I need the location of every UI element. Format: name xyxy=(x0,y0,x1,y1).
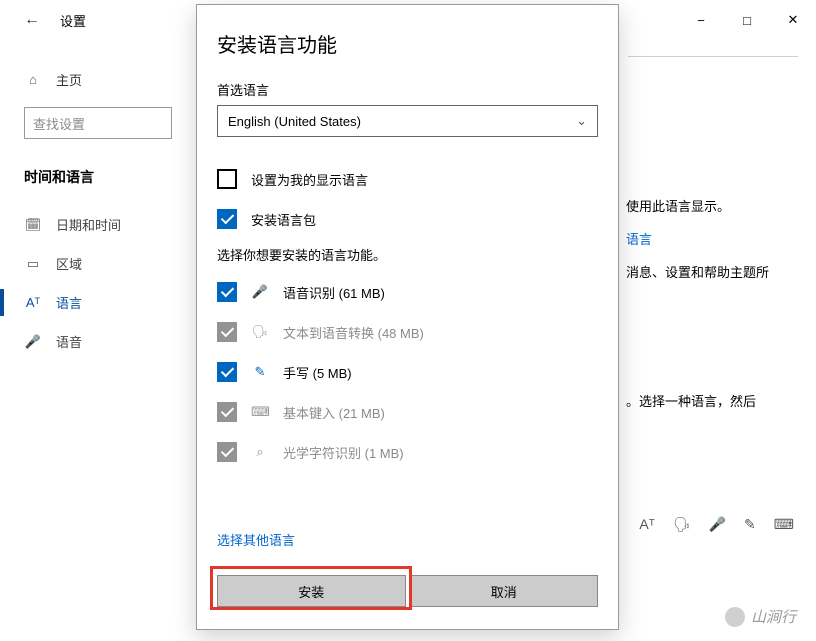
checkbox[interactable] xyxy=(217,169,237,189)
watermark: 山涧行 xyxy=(725,606,796,627)
feature-text-to-speech: 🗣 文本到语音转换 (48 MB) xyxy=(217,312,598,352)
cancel-button-label: 取消 xyxy=(491,582,517,601)
tts-icon: 🗣 xyxy=(673,516,691,533)
minimize-button[interactable]: − xyxy=(678,5,724,35)
language-icon: Aᵀ xyxy=(24,295,42,310)
keyboard-icon: ⌨ xyxy=(251,404,269,420)
dropdown-value: English (United States) xyxy=(228,114,361,129)
feature-speech-recognition[interactable]: 🎤 语音识别 (61 MB) xyxy=(217,272,598,312)
language-icon-strip: Aᵀ 🗣 🎤 ✎ ⌨ xyxy=(639,516,794,533)
checkbox xyxy=(217,402,237,422)
window-title: 设置 xyxy=(60,11,86,30)
home-icon: ⌂ xyxy=(24,72,42,87)
speech-icon: 🎤 xyxy=(709,516,726,533)
feature-label: 语音识别 (61 MB) xyxy=(283,283,385,302)
handwriting-icon: ✎ xyxy=(251,364,269,380)
opt-install-language-pack[interactable]: 安装语言包 xyxy=(217,199,598,239)
opt-label: 安装语言包 xyxy=(251,210,316,229)
under-text: 。选择一种语言，然后 xyxy=(626,391,816,410)
checkbox xyxy=(217,442,237,462)
feature-label: 手写 (5 MB) xyxy=(283,363,352,382)
nav-label: 语言 xyxy=(56,293,82,312)
cancel-button[interactable]: 取消 xyxy=(410,575,599,607)
checkbox[interactable] xyxy=(217,209,237,229)
feature-label: 光学字符识别 (1 MB) xyxy=(283,443,404,462)
feature-basic-typing: ⌨ 基本键入 (21 MB) xyxy=(217,392,598,432)
nav-region[interactable]: ▭ 区域 xyxy=(0,244,190,283)
checkbox[interactable] xyxy=(217,282,237,302)
sidebar-home-label: 主页 xyxy=(56,70,82,89)
back-button[interactable]: ← xyxy=(24,11,40,29)
dialog-title: 安装语言功能 xyxy=(217,29,598,58)
calendar-icon: 🗓 xyxy=(24,217,42,233)
features-description: 选择你想要安装的语言功能。 xyxy=(217,245,598,264)
nav-language[interactable]: Aᵀ 语言 xyxy=(0,283,190,322)
ocr-icon: ⌕ xyxy=(251,444,269,460)
feature-ocr: ⌕ 光学字符识别 (1 MB) xyxy=(217,432,598,472)
nav-label: 区域 xyxy=(56,254,82,273)
choose-other-language-link[interactable]: 选择其他语言 xyxy=(217,530,295,549)
under-text: 使用此语言显示。 xyxy=(626,196,816,215)
nav-label: 日期和时间 xyxy=(56,215,121,234)
sidebar: ⌂ 主页 查找设置 时间和语言 🗓 日期和时间 ▭ 区域 Aᵀ 语言 🎤 语音 xyxy=(0,50,190,361)
maximize-button[interactable]: □ xyxy=(724,5,770,35)
opt-set-display-language[interactable]: 设置为我的显示语言 xyxy=(217,159,598,199)
display-language-icon: Aᵀ xyxy=(639,516,654,533)
checkbox[interactable] xyxy=(217,362,237,382)
divider xyxy=(628,56,798,57)
nav-date-time[interactable]: 🗓 日期和时间 xyxy=(0,205,190,244)
handwriting-icon: ✎ xyxy=(744,516,756,533)
microphone-icon: 🎤 xyxy=(24,334,42,350)
nav-label: 语音 xyxy=(56,332,82,351)
install-button[interactable]: 安装 xyxy=(217,575,406,607)
region-icon: ▭ xyxy=(24,256,42,272)
feature-handwriting[interactable]: ✎ 手写 (5 MB) xyxy=(217,352,598,392)
watermark-icon xyxy=(725,607,745,627)
sidebar-section-heading: 时间和语言 xyxy=(0,157,190,195)
install-language-dialog: 安装语言功能 首选语言 English (United States) ⌄ 设置… xyxy=(196,4,619,630)
under-text: 消息、设置和帮助主题所 xyxy=(626,262,816,281)
close-button[interactable]: ✕ xyxy=(770,5,816,35)
feature-label: 基本键入 (21 MB) xyxy=(283,403,385,422)
sidebar-home[interactable]: ⌂ 主页 xyxy=(0,60,190,99)
search-placeholder: 查找设置 xyxy=(33,114,85,133)
preferred-language-label: 首选语言 xyxy=(217,80,598,99)
preferred-language-dropdown[interactable]: English (United States) ⌄ xyxy=(217,105,598,137)
microphone-icon: 🎤 xyxy=(251,284,269,300)
chevron-down-icon: ⌄ xyxy=(576,113,587,129)
install-button-label: 安装 xyxy=(298,582,324,601)
underlying-content: 使用此语言显示。 语言 消息、设置和帮助主题所 。选择一种语言，然后 xyxy=(626,140,816,424)
checkbox xyxy=(217,322,237,342)
tts-icon: 🗣 xyxy=(251,324,269,340)
feature-label: 文本到语音转换 (48 MB) xyxy=(283,323,424,342)
search-input[interactable]: 查找设置 xyxy=(24,107,172,139)
keyboard-icon: ⌨ xyxy=(774,516,794,533)
nav-speech[interactable]: 🎤 语音 xyxy=(0,322,190,361)
watermark-text: 山涧行 xyxy=(751,606,796,627)
opt-label: 设置为我的显示语言 xyxy=(251,170,368,189)
under-link[interactable]: 语言 xyxy=(626,229,816,248)
